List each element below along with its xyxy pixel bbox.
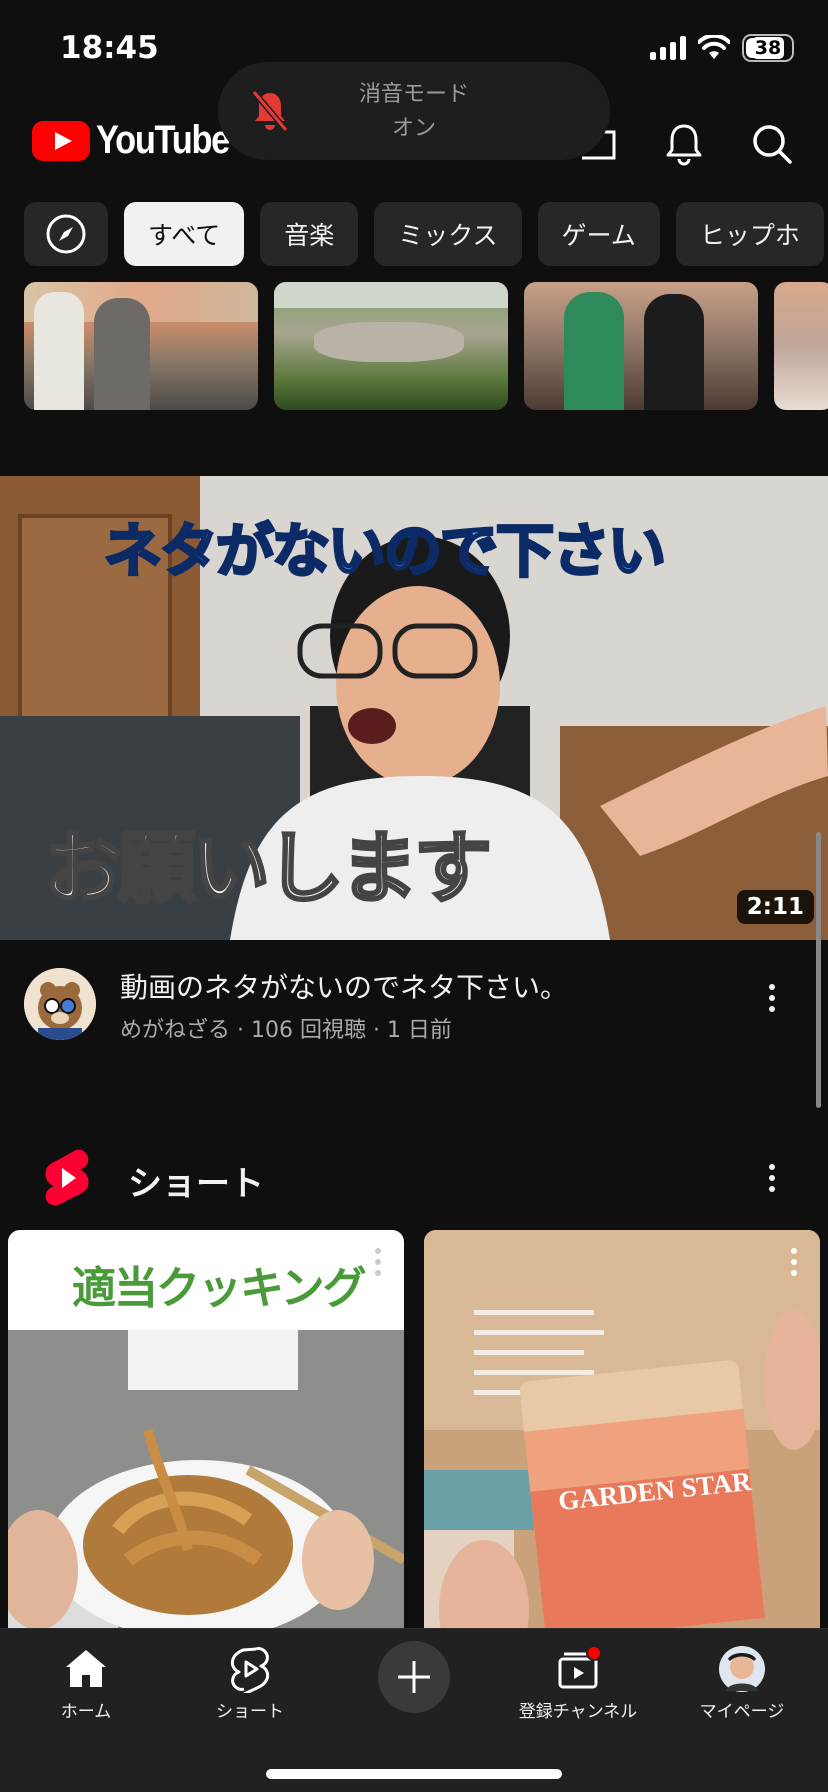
profile-avatar-icon	[719, 1646, 765, 1692]
chip-mix[interactable]: ミックス	[374, 202, 522, 266]
video-more-options-button[interactable]	[752, 978, 792, 1018]
channel-avatar-image	[24, 968, 96, 1040]
video-duration-badge: 2:11	[736, 890, 814, 924]
video-thumbnail[interactable]	[274, 282, 508, 410]
short-card[interactable]: 適当クッキング	[8, 1230, 404, 1628]
nav-shorts[interactable]: ショート	[180, 1645, 320, 1722]
nav-subscriptions[interactable]: 登録チャンネル	[508, 1645, 648, 1722]
category-chips: すべて 音楽 ミックス ゲーム ヒップホ	[24, 202, 824, 266]
shorts-title: ショート	[128, 1164, 264, 1204]
subscriptions-icon	[558, 1645, 602, 1689]
chip-games[interactable]: ゲーム	[537, 202, 660, 266]
explore-chip[interactable]	[24, 202, 108, 266]
shorts-more-options-button[interactable]	[752, 1158, 792, 1198]
compass-icon	[46, 214, 86, 254]
short-banner: 適当クッキング	[8, 1230, 404, 1330]
video-info: 動画のネタがないのでネタ下さい。 めがねざる · 106 回視聴 · 1 日前	[0, 956, 828, 1056]
nav-mypage-label: マイページ	[699, 1702, 785, 1722]
home-indicator[interactable]	[266, 1769, 562, 1779]
youtube-play-icon	[32, 120, 90, 161]
battery-indicator: 38	[742, 34, 794, 62]
video-metadata: めがねざる · 106 回視聴 · 1 日前	[120, 1018, 452, 1043]
chip-all[interactable]: すべて	[124, 202, 245, 266]
video-thumbnail[interactable]	[774, 282, 828, 410]
bottom-navigation: ホーム ショート 登録チャンネル マイページ	[0, 1628, 828, 1792]
chip-hiphop[interactable]: ヒップホ	[675, 202, 824, 266]
silent-mode-toast: 消音モード オン	[218, 62, 610, 160]
plus-icon	[398, 1661, 430, 1693]
thumbnail-overlay-title: ネタがないので下さい	[102, 516, 667, 587]
search-icon[interactable]	[748, 120, 796, 168]
video-thumbnail[interactable]	[24, 282, 258, 410]
thumbnail-overlay-caption: お願いします	[42, 823, 493, 916]
short-banner-text: 適当クッキング	[72, 1263, 367, 1314]
main-video-thumbnail[interactable]: ネタがないので下さい お願いします 2:11	[0, 476, 828, 940]
video-thumbnail[interactable]	[524, 282, 758, 410]
status-time: 18:45	[60, 30, 159, 66]
silent-mode-label: 消音モード	[358, 82, 469, 107]
silent-mode-state: オン	[391, 116, 436, 141]
status-icons: 38	[650, 34, 794, 62]
cellular-signal-icon	[650, 36, 686, 60]
shorts-icon	[230, 1647, 270, 1693]
video-title[interactable]: 動画のネタがないのでネタ下さい。	[120, 966, 568, 1006]
battery-level: 38	[751, 37, 785, 59]
nav-mypage[interactable]: マイページ	[672, 1645, 812, 1722]
video-thumbnail-row	[24, 282, 828, 410]
chip-music[interactable]: 音楽	[260, 202, 359, 266]
logo-text: YouTube	[96, 118, 230, 162]
short-thumbnail-image	[424, 1230, 820, 1628]
shorts-logo-icon	[45, 1149, 89, 1206]
short-card[interactable]: GARDEN STAR	[424, 1230, 820, 1628]
create-button[interactable]	[378, 1641, 450, 1713]
nav-home-label: ホーム	[60, 1702, 112, 1722]
nav-home[interactable]: ホーム	[16, 1645, 156, 1722]
notifications-bell-icon[interactable]	[660, 120, 708, 168]
wifi-icon	[698, 35, 730, 59]
short-more-options-button[interactable]	[358, 1242, 398, 1282]
nav-shorts-label: ショート	[216, 1702, 284, 1722]
channel-avatar[interactable]	[24, 968, 96, 1040]
nav-subscriptions-label: 登録チャンネル	[518, 1702, 638, 1722]
home-icon	[66, 1650, 106, 1687]
short-more-options-button[interactable]	[774, 1242, 814, 1282]
